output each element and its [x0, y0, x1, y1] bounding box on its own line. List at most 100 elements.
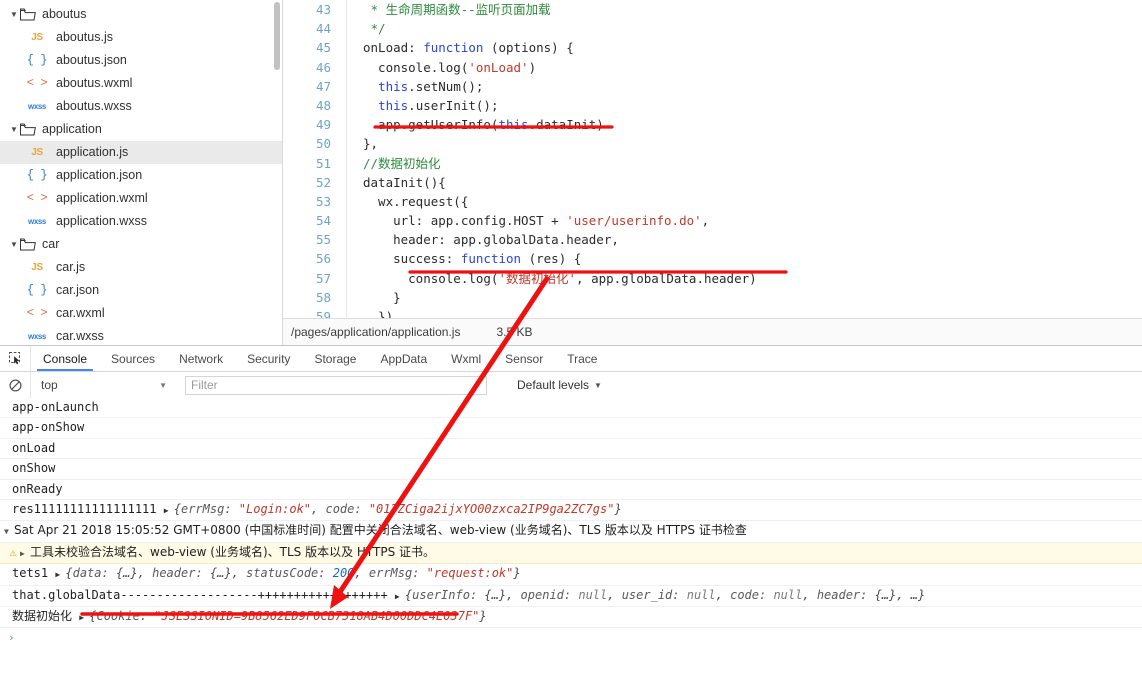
code-line[interactable]: 50}, [283, 134, 1142, 154]
folder-item-application[interactable]: ▼ application [0, 118, 282, 141]
file-item-car-json[interactable]: { } car.json [0, 279, 282, 302]
tab-wxml[interactable]: Wxml [439, 346, 493, 371]
log-text: onReady [12, 481, 63, 496]
console-prompt[interactable]: › [0, 628, 1142, 648]
log-object-token: errMsg: [368, 566, 427, 581]
json-file-icon: { } [26, 283, 48, 297]
file-item-aboutus-wxml[interactable]: < > aboutus.wxml [0, 72, 282, 95]
wxml-file-icon: < > [26, 76, 48, 90]
code-line[interactable]: 55 header: app.globalData.header, [283, 230, 1142, 250]
file-item-application-js[interactable]: JS application.js [0, 141, 282, 164]
log-onload[interactable]: onLoad [0, 439, 1142, 460]
log-tets1[interactable]: tets1 ▶ {data: {…}, header: {…}, statusCo… [0, 564, 1142, 586]
caret-down-icon[interactable]: ▼ [8, 3, 20, 26]
log-onready[interactable]: onReady [0, 480, 1142, 501]
code-line[interactable]: 46 console.log('onLoad') [283, 57, 1142, 77]
code-line[interactable]: 49 app.getUserInfo(this.dataInit) [283, 115, 1142, 135]
file-item-application-wxss[interactable]: wxss application.wxss [0, 210, 282, 233]
caret-down-icon[interactable]: ▼ [8, 233, 20, 256]
indent-guide [341, 249, 363, 269]
file-tree-scrollbar-thumb[interactable] [274, 2, 280, 70]
log-app-onshow[interactable]: app-onShow [0, 418, 1142, 439]
indent-guide [341, 191, 363, 212]
code-line[interactable]: 56 success: function (res) { [283, 249, 1142, 269]
code-area[interactable]: 43 * 生命周期函数--监听页面加载 44 */45 onLoad: functi… [283, 0, 1142, 319]
file-item-aboutus-json[interactable]: { } aboutus.json [0, 49, 282, 72]
code-line[interactable]: 45 onLoad: function (options) { [283, 38, 1142, 58]
log-date-config[interactable]: ▼ Sat Apr 21 2018 15:05:52 GMT+0800 (中国标准… [0, 521, 1142, 543]
tab-sensor[interactable]: Sensor [493, 346, 555, 371]
file-item-car-wxss[interactable]: wxss car.wxss [0, 325, 282, 345]
log-onshow[interactable]: onShow [0, 459, 1142, 480]
collapse-triangle-icon[interactable]: ▼ [4, 522, 14, 541]
tab-appdata[interactable]: AppData [368, 346, 439, 371]
indent-guide [341, 19, 363, 39]
file-item-aboutus-wxss[interactable]: wxss aboutus.wxss [0, 95, 282, 118]
tab-console[interactable]: Console [31, 346, 99, 371]
log-warning[interactable]: ⚠ ▶ 工具未校验合法域名、web-view (业务域名)、TLS 版本以及 HTT… [0, 542, 1142, 565]
log-object-token: header: [816, 587, 875, 602]
expand-triangle-icon[interactable]: ▶ [20, 544, 30, 563]
console-filter-input[interactable] [185, 375, 487, 395]
tab-network[interactable]: Network [167, 346, 235, 371]
expand-object-triangle-icon[interactable]: ▶ [55, 565, 65, 584]
file-tree-scrollbar[interactable] [274, 0, 281, 345]
inspect-element-icon[interactable] [0, 346, 31, 371]
expand-object-triangle-icon[interactable]: ▶ [164, 501, 174, 520]
warning-triangle-icon: ⚠ [9, 545, 17, 559]
log-res1111[interactable]: res11111111111111111 ▶ {errMsg: "Login:ok… [0, 500, 1142, 522]
file-item-application-json[interactable]: { } application.json [0, 164, 282, 187]
file-item-aboutus-js[interactable]: JS aboutus.js [0, 26, 282, 49]
log-object-token: header: [152, 566, 210, 581]
code-line[interactable]: 52 dataInit(){ [283, 172, 1142, 192]
file-item-car-wxml[interactable]: < > car.wxml [0, 302, 282, 325]
code-line[interactable]: 43 * 生命周期函数--监听页面加载 [283, 0, 1142, 20]
code-line-text: this.setNum(); [378, 78, 484, 94]
folder-label: aboutus [42, 7, 87, 21]
code-line[interactable]: 51 //数据初始化 [283, 153, 1142, 173]
indent-guide [341, 115, 363, 135]
tab-sources[interactable]: Sources [99, 346, 167, 371]
clear-console-icon[interactable] [0, 378, 30, 392]
folder-item-aboutus[interactable]: ▼ aboutus [0, 3, 282, 26]
console-context-selector[interactable]: top ▼ [30, 372, 181, 398]
chevron-down-icon: ▼ [159, 380, 167, 390]
code-line[interactable]: 54 url: app.config.HOST + 'user/userinfo… [283, 211, 1142, 231]
console-log-levels-dropdown[interactable]: Default levels ▼ [517, 378, 602, 392]
log-object-token: , [802, 587, 817, 602]
code-line[interactable]: 57 console.log('数据初始化', app.globalData.h… [283, 268, 1142, 288]
code-line[interactable]: 44 */ [283, 19, 1142, 39]
top-panel: ▼ aboutus JS aboutus.js { } aboutus.json < > ab… [0, 0, 1142, 345]
log-object-token: {…} [874, 587, 897, 602]
indent-guide [341, 38, 363, 58]
log-datainit[interactable]: 数据初始化 ▶ {Cookie: "JSESSIONID=9B8562ED9F0C… [0, 607, 1142, 629]
code-line[interactable]: 47 this.setNum(); [283, 76, 1142, 96]
code-editor-panel[interactable]: 43 * 生命周期函数--监听页面加载 44 */45 onLoad: functi… [283, 0, 1142, 345]
file-explorer-panel[interactable]: ▼ aboutus JS aboutus.js { } aboutus.json < > ab… [0, 0, 283, 345]
log-object-token: errMsg: [180, 502, 239, 517]
caret-down-icon[interactable]: ▼ [8, 118, 20, 141]
log-object-token: } [513, 566, 521, 581]
code-line[interactable]: 53 wx.request({ [283, 191, 1142, 212]
console-output[interactable]: app-onLaunch app-onShow onLoad onShow onRead… [0, 398, 1142, 676]
expand-object-triangle-icon[interactable]: ▶ [79, 608, 89, 627]
tab-trace[interactable]: Trace [555, 346, 609, 371]
log-object-token: openid: [520, 587, 579, 602]
log-app-onlaunch[interactable]: app-onLaunch [0, 398, 1142, 419]
tab-security[interactable]: Security [235, 346, 302, 371]
folder-item-car[interactable]: ▼ car [0, 233, 282, 256]
code-line-text: dataInit(){ [363, 174, 446, 190]
log-globaldata[interactable]: that.globalData-------------------++++++… [0, 586, 1142, 608]
indent-guide [341, 76, 363, 96]
code-line[interactable]: 48 this.userInit(); [283, 95, 1142, 116]
log-object-token: 200 [332, 566, 355, 581]
file-item-car-js[interactable]: JS car.js [0, 256, 282, 279]
file-item-application-wxml[interactable]: < > application.wxml [0, 187, 282, 210]
log-text: Sat Apr 21 2018 15:05:52 GMT+0800 (中国标准时… [14, 523, 747, 538]
wechat-devtools-window: ▼ aboutus JS aboutus.js { } aboutus.json < > ab… [0, 0, 1142, 676]
tab-storage[interactable]: Storage [302, 346, 368, 371]
log-object-token: } [614, 502, 622, 517]
expand-object-triangle-icon[interactable]: ▶ [395, 587, 405, 606]
code-line[interactable]: 58 } [283, 287, 1142, 307]
console-context-value: top [41, 378, 58, 392]
